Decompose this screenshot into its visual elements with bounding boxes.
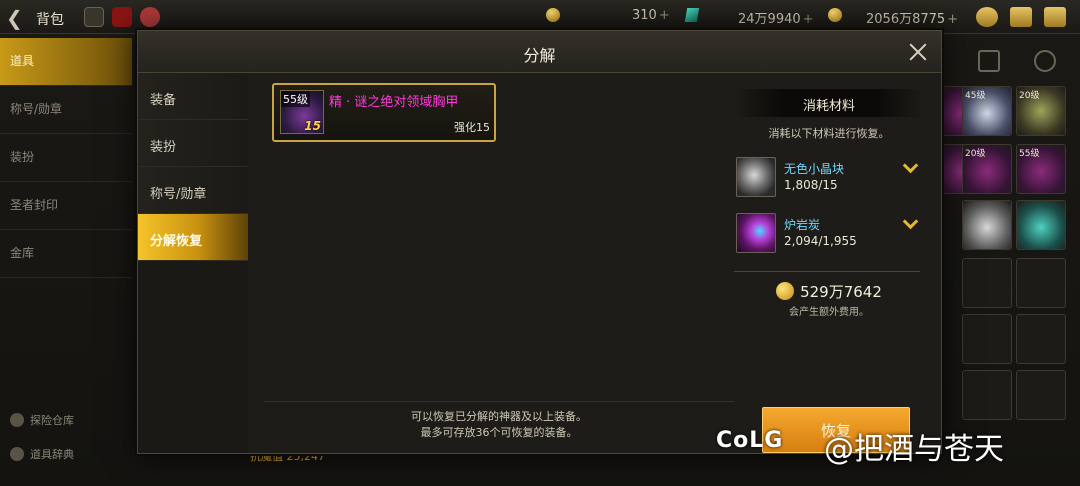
menu-item-seal[interactable]: 圣者封印 xyxy=(0,182,132,230)
gold-coin-icon xyxy=(828,8,842,22)
currency-coin xyxy=(546,8,560,24)
slot-level: 20级 xyxy=(1019,91,1040,101)
equipment-level: 55级 xyxy=(281,91,310,107)
guild-icon[interactable] xyxy=(112,7,132,27)
slot-level: 45级 xyxy=(965,91,986,101)
bag-icon[interactable] xyxy=(976,7,998,27)
shop-icon[interactable] xyxy=(140,7,160,27)
inventory-slot[interactable] xyxy=(1016,258,1066,308)
dictionary-icon xyxy=(10,447,24,461)
gold-coin-icon xyxy=(776,282,795,300)
material-name: 炉岩炭 xyxy=(784,218,821,232)
currency-2: 24万9940 + xyxy=(738,8,814,27)
coal-icon xyxy=(736,213,776,253)
inventory-grid: 45级 20级 20级 55级 xyxy=(936,44,1080,484)
tab-avatar[interactable]: 装扮 xyxy=(138,120,248,167)
gold-slot xyxy=(828,8,842,24)
cost-value: 529万7642 xyxy=(800,283,882,301)
dialog-title: 分解 xyxy=(523,46,556,65)
restorable-list: 55级 15 精 · 谜之绝对领域胸甲 强化15 xyxy=(264,79,734,399)
inventory-slot[interactable] xyxy=(1016,314,1066,364)
item-dictionary-label: 道具辞典 xyxy=(30,448,74,461)
divider xyxy=(264,401,734,402)
tab-decompose-restore[interactable]: 分解恢复 xyxy=(138,214,248,261)
plus-icon[interactable]: + xyxy=(947,12,958,27)
restore-info-line: 最多可存放36个可恢复的装备。 xyxy=(420,426,578,439)
top-bar: ❮ 背包 310 + 24万9940 + 2056万8775 + xyxy=(0,0,1080,34)
currency-3-value: 2056万8775 xyxy=(866,12,946,27)
currency-2-value: 24万9940 xyxy=(738,12,801,27)
materials-desc: 消耗以下材料进行恢复。 xyxy=(768,127,890,140)
material-name: 无色小晶块 xyxy=(784,162,845,176)
chevron-down-icon[interactable] xyxy=(902,161,918,173)
colg-logo: CoLG xyxy=(716,428,784,453)
menu-item-avatar[interactable]: 装扮 xyxy=(0,134,132,182)
gem-slot xyxy=(684,8,700,24)
grid-tab-icon[interactable] xyxy=(978,50,1000,72)
tab-equipment[interactable]: 装备 xyxy=(138,73,248,120)
restore-info: 可以恢复已分解的神器及以上装备。 最多可存放36个可恢复的装备。 xyxy=(264,409,734,441)
inventory-slot[interactable]: 45级 xyxy=(962,86,1012,136)
inventory-title: 背包 xyxy=(36,12,64,28)
material-count: 2,094/1,955 xyxy=(784,234,857,248)
coin-icon xyxy=(546,8,560,22)
material-item: 炉岩炭 2,094/1,955 xyxy=(736,213,922,257)
restore-cost: 529万7642 xyxy=(734,281,924,302)
material-item: 无色小晶块 1,808/15 xyxy=(736,157,922,201)
materials-title: 消耗材料 xyxy=(734,89,924,117)
gem-icon xyxy=(684,8,700,22)
chat-icon[interactable] xyxy=(1044,7,1066,27)
decompose-dialog: 分解 装备 装扮 称号/勋章 分解恢复 55级 15 精 · 谜之绝对领域胸甲 … xyxy=(137,30,942,454)
materials-panel: 消耗材料 消耗以下材料进行恢复。 无色小晶块 1,808/15 炉岩炭 2,09… xyxy=(734,89,924,409)
slot-level: 20级 xyxy=(965,149,986,159)
inventory-slot[interactable]: 20级 xyxy=(962,144,1012,194)
grid-tabs xyxy=(944,44,1080,80)
crystal-icon xyxy=(736,157,776,197)
material-count: 1,808/15 xyxy=(784,178,838,192)
inventory-slot[interactable] xyxy=(1016,200,1066,250)
dialog-header: 分解 xyxy=(138,31,941,73)
divider xyxy=(734,271,920,272)
dialog-tabs: 装备 装扮 称号/勋章 分解恢复 xyxy=(138,73,248,453)
star-tab-icon[interactable] xyxy=(1034,50,1056,72)
inventory-left-menu: 道具 称号/勋章 装扮 圣者封印 金库 探险仓库 道具辞典 xyxy=(0,38,132,486)
close-icon[interactable] xyxy=(903,37,933,67)
eye-icon[interactable] xyxy=(84,7,104,27)
storage-icon xyxy=(10,413,24,427)
inventory-slot[interactable]: 55级 xyxy=(1016,144,1066,194)
adventure-storage-link[interactable]: 探险仓库 xyxy=(10,412,74,428)
menu-item-titles[interactable]: 称号/勋章 xyxy=(0,86,132,134)
menu-item-vault[interactable]: 金库 xyxy=(0,230,132,278)
cost-note: 会产生额外费用。 xyxy=(789,307,869,318)
inventory-slot[interactable] xyxy=(1016,370,1066,420)
inventory-slot[interactable] xyxy=(962,200,1012,250)
currency-1-value: 310 xyxy=(632,8,657,23)
item-dictionary-link[interactable]: 道具辞典 xyxy=(10,446,74,462)
adventure-storage-label: 探险仓库 xyxy=(30,414,74,427)
currency-1: 310 + xyxy=(632,8,670,23)
plus-icon[interactable]: + xyxy=(803,12,814,27)
enhance-badge: 15 xyxy=(304,119,321,133)
watermark: CoLG @把酒与苍天 xyxy=(716,420,1080,470)
menu-item-items[interactable]: 道具 xyxy=(0,38,132,86)
plus-icon[interactable]: + xyxy=(659,8,670,23)
mail-icon[interactable] xyxy=(1010,7,1032,27)
equipment-card[interactable]: 55级 15 精 · 谜之绝对领域胸甲 强化15 xyxy=(272,83,496,142)
currency-3: 2056万8775 + xyxy=(866,8,958,27)
tab-titles[interactable]: 称号/勋章 xyxy=(138,167,248,214)
inventory-slot[interactable] xyxy=(962,370,1012,420)
equipment-enhance: 强化15 xyxy=(454,121,490,134)
chevron-down-icon[interactable] xyxy=(902,217,918,229)
inventory-slot[interactable]: 20级 xyxy=(1016,86,1066,136)
chest-armor-icon: 55级 15 xyxy=(280,90,324,134)
slot-level: 55级 xyxy=(1019,149,1040,159)
restore-info-line: 可以恢复已分解的神器及以上装备。 xyxy=(411,410,587,423)
inventory-slot[interactable] xyxy=(962,258,1012,308)
equipment-name: 精 · 谜之绝对领域胸甲 xyxy=(329,95,459,110)
inventory-slot[interactable] xyxy=(962,314,1012,364)
back-arrow-icon[interactable]: ❮ xyxy=(6,6,23,30)
watermark-text: @把酒与苍天 xyxy=(824,432,1004,467)
